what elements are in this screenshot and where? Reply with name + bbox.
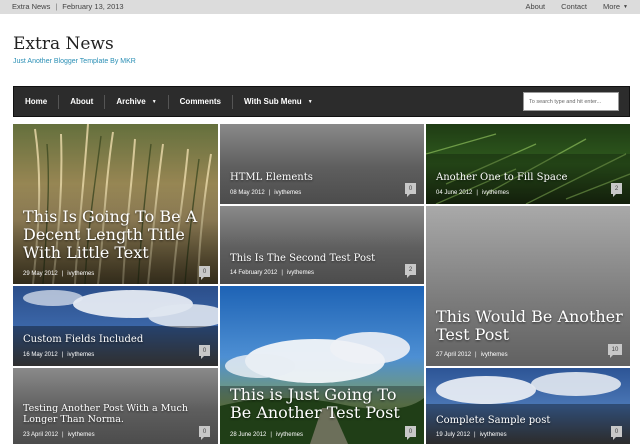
nav-item-with-sub-menu[interactable]: With Sub Menu ▼ [233, 95, 324, 109]
comment-count-badge[interactable]: 0 [199, 426, 210, 440]
post-title[interactable]: Complete Sample post [436, 415, 622, 426]
nav-item-home[interactable]: Home [14, 94, 60, 109]
top-bar-site-name[interactable]: Extra News [12, 2, 50, 11]
top-link-more-label: More [602, 2, 621, 11]
post-meta: 14 February 2012 | ivythemes [230, 270, 314, 276]
post-author[interactable]: ivythemes [274, 190, 301, 196]
top-bar: Extra News | February 13, 2013 About Con… [0, 0, 640, 14]
post-title[interactable]: This Is Going To Be A Decent Length Titl… [23, 208, 213, 262]
top-link-about[interactable]: About [525, 2, 545, 11]
post-date: 28 June 2012 [230, 432, 267, 438]
post-title[interactable]: This Would Be Another Test Post [436, 308, 626, 344]
site-title[interactable]: Extra News [13, 34, 114, 54]
comment-count-badge[interactable]: 10 [608, 344, 622, 358]
nav-item-label: With Sub Menu [244, 97, 302, 106]
separator: | [61, 352, 64, 358]
nav-item-label: Comments [179, 97, 221, 106]
post-author[interactable]: ivythemes [67, 271, 94, 277]
comment-count-badge[interactable]: 2 [405, 264, 416, 278]
post-tile[interactable]: Testing Another Post With a Much Longer … [13, 368, 218, 444]
separator: | [61, 271, 64, 277]
nav-item-label: About [70, 97, 94, 106]
post-author[interactable]: ivythemes [67, 352, 94, 358]
comment-count-badge[interactable]: 0 [611, 426, 622, 440]
post-date: 04 June 2012 [436, 190, 473, 196]
post-meta: 27 April 2012 | ivythemes [436, 352, 508, 358]
top-link-contact[interactable]: Contact [561, 2, 587, 11]
search-input[interactable]: To search type and hit enter... [523, 92, 619, 111]
nav-item-about[interactable]: About [59, 94, 106, 109]
post-date: 29 May 2012 [23, 271, 58, 277]
post-tile[interactable]: This Is Going To Be A Decent Length Titl… [13, 124, 218, 284]
post-author[interactable]: ivythemes [68, 432, 95, 438]
separator: | [476, 190, 478, 196]
separator: | [475, 352, 477, 358]
post-date: 27 April 2012 [436, 352, 472, 358]
post-title[interactable]: Testing Another Post With a Much Longer … [23, 403, 215, 425]
post-tile[interactable]: This Is The Second Test Post 14 February… [220, 206, 424, 284]
separator: | [55, 2, 58, 11]
post-date: 23 April 2012 [23, 432, 59, 438]
post-tile[interactable]: Complete Sample post 19 July 2012 | ivythe… [426, 368, 630, 444]
post-tile[interactable]: This is Just Going To Be Another Test Po… [220, 286, 424, 444]
nav-item-archive[interactable]: Archive ▼ [105, 94, 169, 109]
post-meta: 08 May 2012 | ivythemes [230, 190, 301, 196]
post-meta: 29 May 2012 | ivythemes [23, 271, 94, 277]
post-author[interactable]: ivythemes [480, 432, 507, 438]
post-date: 16 May 2012 [23, 352, 58, 358]
post-title[interactable]: Another One to Fill Space [436, 172, 622, 183]
top-link-more[interactable]: More ▼ [603, 2, 628, 11]
chevron-down-icon: ▼ [307, 98, 313, 105]
post-author[interactable]: ivythemes [482, 190, 509, 196]
top-bar-left: Extra News | February 13, 2013 [12, 2, 124, 11]
post-meta: 04 June 2012 | ivythemes [436, 190, 509, 196]
separator: | [268, 190, 271, 196]
separator: | [270, 432, 272, 438]
top-bar-links: About Contact More ▼ [525, 2, 628, 11]
main-nav: Home About Archive ▼ Comments With Sub Me… [13, 86, 630, 117]
separator: | [281, 270, 283, 276]
chevron-down-icon: ▼ [151, 98, 157, 105]
comment-count-badge[interactable]: 0 [199, 266, 210, 280]
post-tile[interactable]: This Would Be Another Test Post 27 April… [426, 206, 630, 366]
separator: | [62, 432, 64, 438]
separator: | [474, 432, 476, 438]
nav-item-label: Home [25, 97, 48, 106]
post-meta: 28 June 2012 | ivythemes [230, 432, 303, 438]
post-author[interactable]: ivythemes [481, 352, 508, 358]
comment-count-badge[interactable]: 0 [405, 183, 416, 197]
post-meta: 16 May 2012 | ivythemes [23, 352, 94, 358]
post-date: 14 February 2012 [230, 270, 278, 276]
site-description: Just Another Blogger Template By MKR [13, 58, 136, 65]
comment-count-badge[interactable]: 0 [199, 345, 210, 359]
post-title[interactable]: Custom Fields Included [23, 334, 209, 345]
post-date: 19 July 2012 [436, 432, 471, 438]
top-bar-date: February 13, 2013 [62, 2, 124, 11]
comment-count-badge[interactable]: 2 [611, 183, 622, 197]
post-title[interactable]: HTML Elements [230, 172, 416, 183]
post-tile[interactable]: HTML Elements 08 May 2012 | ivythemes 0 [220, 124, 424, 204]
nav-item-comments[interactable]: Comments [169, 94, 233, 109]
post-tile[interactable]: Custom Fields Included 16 May 2012 | ivyth… [13, 286, 218, 366]
post-date: 08 May 2012 [230, 190, 265, 196]
post-meta: 23 April 2012 | ivythemes [23, 432, 95, 438]
nav-items: Home About Archive ▼ Comments With Sub Me… [14, 87, 324, 116]
chevron-down-icon: ▼ [623, 3, 628, 10]
post-tile[interactable]: Another One to Fill Space 04 June 2012 | i… [426, 124, 630, 204]
post-title[interactable]: This Is The Second Test Post [230, 253, 416, 264]
nav-item-label: Archive [116, 97, 146, 106]
post-title[interactable]: This is Just Going To Be Another Test Po… [230, 386, 420, 422]
post-author[interactable]: ivythemes [276, 432, 303, 438]
post-meta: 19 July 2012 | ivythemes [436, 432, 507, 438]
comment-count-badge[interactable]: 0 [405, 426, 416, 440]
post-author[interactable]: ivythemes [287, 270, 314, 276]
